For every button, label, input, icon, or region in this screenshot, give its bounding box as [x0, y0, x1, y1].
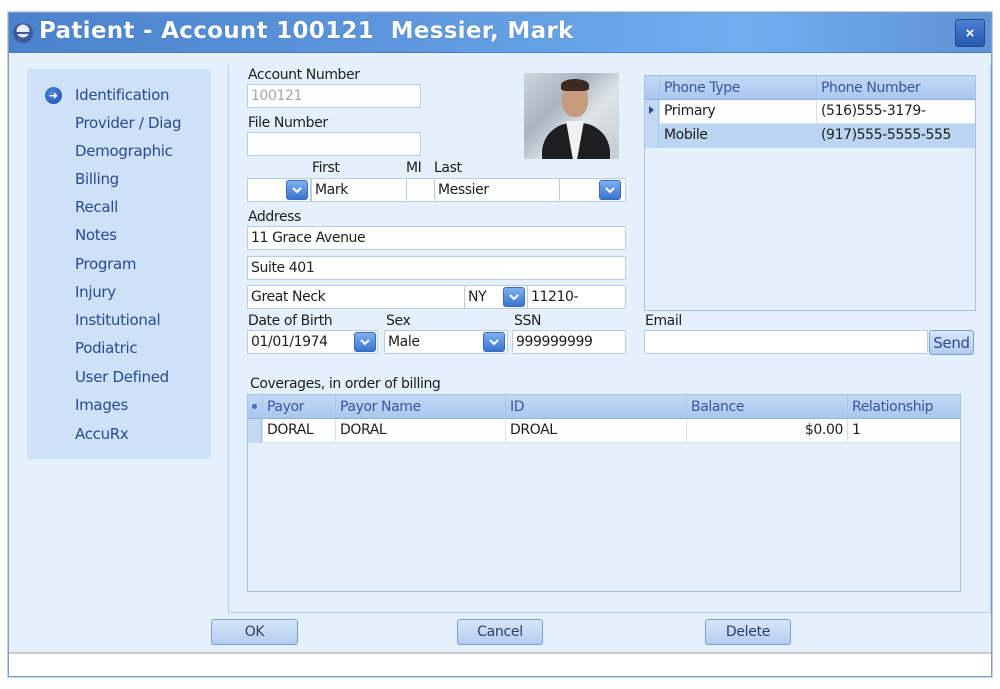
first-name-label: First	[312, 160, 340, 176]
close-button[interactable]: ×	[955, 19, 985, 47]
sidebar-item-recall[interactable]: Recall	[75, 198, 118, 216]
column-header-phone-type[interactable]: Phone Type	[659, 76, 816, 100]
file-number-label: File Number	[248, 115, 328, 131]
sex-label: Sex	[386, 313, 411, 329]
calendar-dropdown-icon[interactable]	[354, 332, 376, 352]
sidebar-item-identification[interactable]: Identification	[75, 86, 169, 104]
relationship-cell[interactable]: 1	[847, 419, 960, 443]
chevron-down-icon[interactable]	[286, 180, 308, 200]
phone-grid-header: Phone Type Phone Number	[645, 76, 975, 100]
patient-photo[interactable]	[524, 73, 619, 159]
phone-type-cell[interactable]: Mobile	[659, 124, 816, 148]
send-email-button[interactable]: Send	[929, 330, 974, 355]
coverages-grid: Payor Payor Name ID Balance Relationship…	[247, 394, 961, 592]
phone-number-cell[interactable]: (516)555-3179-	[816, 100, 975, 124]
column-header-payor[interactable]: Payor	[262, 395, 335, 419]
status-bar	[9, 652, 991, 676]
mi-field[interactable]	[406, 178, 435, 202]
payor-cell[interactable]: DORAL	[262, 419, 335, 443]
column-header-id[interactable]: ID	[505, 395, 686, 419]
account-number-field[interactable]: 100121	[247, 84, 421, 108]
sidebar-item-podiatric[interactable]: Podiatric	[75, 339, 138, 357]
last-name-label: Last	[434, 160, 462, 176]
sidebar-item-user-defined[interactable]: User Defined	[75, 368, 169, 386]
column-header-phone-number[interactable]: Phone Number	[816, 76, 975, 100]
phone-type-cell[interactable]: Primary	[659, 100, 816, 124]
sidebar-item-program[interactable]: Program	[75, 255, 137, 273]
sidebar-item-billing[interactable]: Billing	[75, 170, 119, 188]
sidebar-item-images[interactable]: Images	[75, 396, 128, 414]
chevron-down-icon[interactable]	[599, 180, 621, 200]
cancel-button[interactable]: Cancel	[457, 619, 543, 645]
ssn-field[interactable]: 999999999	[512, 330, 626, 354]
coverages-label: Coverages, in order of billing	[250, 376, 441, 392]
column-header-payor-name[interactable]: Payor Name	[335, 395, 505, 419]
chevron-down-icon[interactable]	[503, 287, 525, 307]
current-row-icon	[649, 106, 654, 114]
title-bar: Patient - Account 100121 Messier, Mark ×	[9, 13, 991, 53]
sidebar-nav: ➜ Identification Provider / Diag Demogra…	[27, 69, 211, 459]
ok-button[interactable]: OK	[211, 619, 298, 645]
arrow-right-icon: ➜	[45, 87, 62, 104]
sidebar-item-provider-diag[interactable]: Provider / Diag	[75, 114, 182, 132]
column-header-balance[interactable]: Balance	[686, 395, 847, 419]
window-title: Patient - Account 100121 Messier, Mark	[39, 18, 574, 44]
mi-label: MI	[406, 160, 422, 176]
address-line1-field[interactable]: 11 Grace Avenue	[247, 226, 626, 250]
phone-row[interactable]: Primary (516)555-3179-	[645, 100, 975, 124]
chevron-down-icon[interactable]	[483, 332, 505, 352]
row-marker-icon	[252, 404, 257, 409]
delete-button[interactable]: Delete	[705, 619, 791, 645]
account-number-label: Account Number	[248, 67, 360, 83]
sidebar-item-accurx[interactable]: AccuRx	[75, 425, 129, 443]
zip-field[interactable]: 11210-	[527, 285, 626, 309]
id-cell[interactable]: DROAL	[505, 419, 686, 443]
phone-grid: Phone Type Phone Number Primary (516)555…	[644, 75, 976, 311]
email-label: Email	[645, 313, 682, 329]
sidebar-item-notes[interactable]: Notes	[75, 226, 117, 244]
email-field[interactable]	[644, 330, 928, 354]
address-label: Address	[248, 209, 301, 225]
first-name-field[interactable]: Mark	[311, 178, 407, 202]
patient-icon	[13, 23, 33, 43]
coverages-grid-header: Payor Payor Name ID Balance Relationship	[248, 395, 960, 419]
column-header-relationship[interactable]: Relationship	[847, 395, 960, 419]
coverage-row[interactable]: DORAL DORAL DROAL $0.00 1	[248, 419, 960, 443]
dob-label: Date of Birth	[248, 313, 333, 329]
balance-cell[interactable]: $0.00	[686, 419, 847, 443]
sidebar-item-institutional[interactable]: Institutional	[75, 311, 161, 329]
file-number-field[interactable]	[247, 132, 421, 156]
payor-name-cell[interactable]: DORAL	[335, 419, 505, 443]
patient-dialog: Patient - Account 100121 Messier, Mark ×…	[8, 12, 992, 677]
phone-number-cell[interactable]: (917)555-5555-555	[816, 124, 975, 148]
city-field[interactable]: Great Neck	[247, 285, 465, 309]
address-line2-field[interactable]: Suite 401	[247, 256, 626, 280]
sidebar-item-demographic[interactable]: Demographic	[75, 142, 173, 160]
last-name-field[interactable]: Messier	[434, 178, 560, 202]
ssn-label: SSN	[514, 313, 542, 329]
phone-row[interactable]: Mobile (917)555-5555-555	[645, 124, 975, 148]
sidebar-item-injury[interactable]: Injury	[75, 283, 116, 301]
